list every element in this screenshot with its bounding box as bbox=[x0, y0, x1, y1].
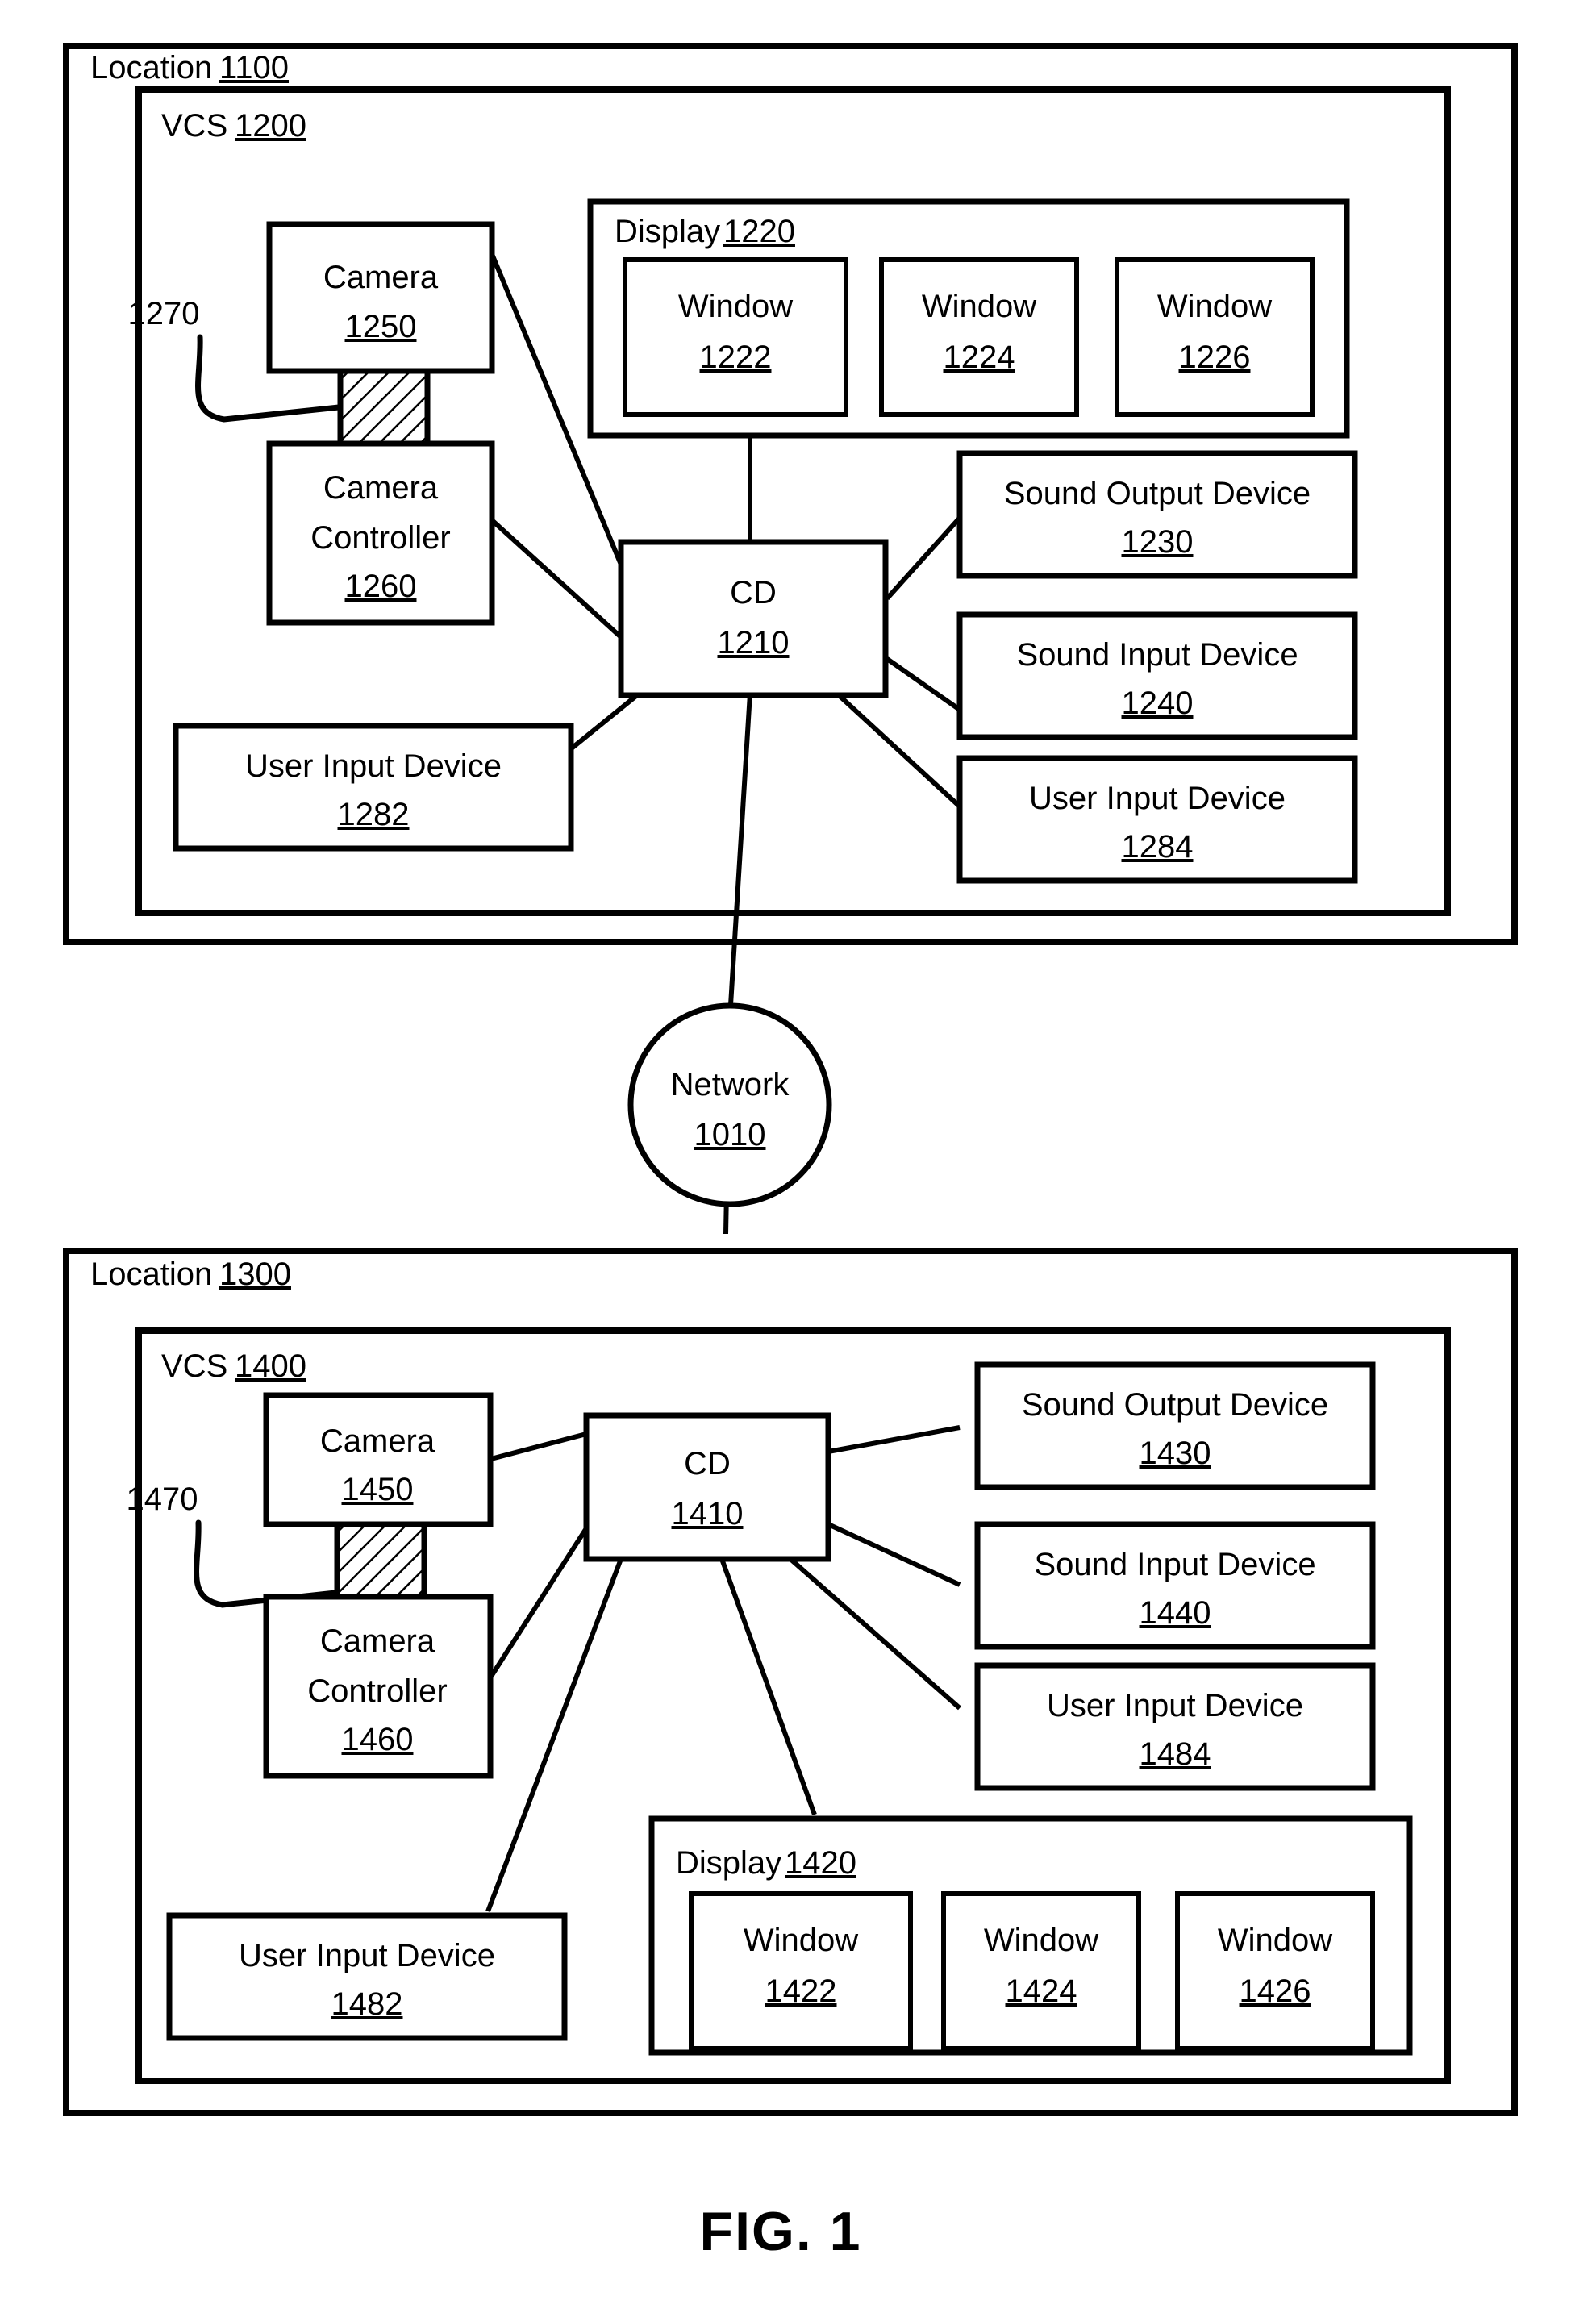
location-1100-ref: 1100 bbox=[219, 50, 289, 85]
window-1424-box bbox=[941, 1891, 1141, 2051]
camera-controller-1460-label-line2: Controller bbox=[307, 1673, 447, 1709]
display-1220-ref: 1220 bbox=[723, 214, 795, 249]
cd-1210-label: CD bbox=[730, 575, 777, 611]
camera-controller-1260-label-line2: Controller bbox=[310, 520, 450, 556]
cd-1410-ref: 1410 bbox=[672, 1496, 744, 1532]
window-1422-box bbox=[689, 1891, 913, 2051]
window-1422-label: Window bbox=[744, 1923, 858, 1958]
window-1226-label: Window bbox=[1157, 289, 1272, 324]
window-1222-label: Window bbox=[678, 289, 793, 324]
user-input-device-1482-ref: 1482 bbox=[331, 1986, 403, 2022]
user-input-device-1484-label: User Input Device bbox=[1047, 1688, 1303, 1723]
vcs-1200-ref: 1200 bbox=[235, 108, 306, 144]
window-1226-box bbox=[1115, 257, 1315, 417]
display-1420-ref: 1420 bbox=[785, 1845, 856, 1881]
sound-output-device-1230-label: Sound Output Device bbox=[1004, 476, 1311, 511]
user-input-device-1284-ref: 1284 bbox=[1122, 829, 1194, 865]
window-1224-box bbox=[879, 257, 1079, 417]
display-1220-label: Display bbox=[615, 214, 720, 249]
location-1300-label: Location bbox=[90, 1257, 212, 1292]
coupling-1470-ref: 1470 bbox=[127, 1482, 198, 1517]
network-1010-circle bbox=[627, 1002, 832, 1207]
vcs-1200-label: VCS bbox=[161, 108, 227, 144]
window-1224-label: Window bbox=[922, 289, 1036, 324]
camera-coupling-1270-block bbox=[337, 368, 431, 447]
camera-1450-ref: 1450 bbox=[342, 1472, 414, 1507]
window-1426-label: Window bbox=[1218, 1923, 1332, 1958]
user-input-device-1282-ref: 1282 bbox=[338, 797, 410, 832]
sound-input-device-1240-ref: 1240 bbox=[1122, 686, 1194, 721]
window-1424-ref: 1424 bbox=[1006, 1973, 1077, 2009]
location-1100-label: Location bbox=[90, 50, 212, 85]
sound-output-device-1430-label: Sound Output Device bbox=[1022, 1387, 1328, 1423]
cd-1210-ref: 1210 bbox=[718, 625, 790, 661]
figure-caption: FIG. 1 bbox=[700, 2201, 862, 2262]
camera-1450-label: Camera bbox=[320, 1423, 435, 1459]
camera-controller-1260-ref: 1260 bbox=[345, 569, 417, 604]
sound-output-device-1230-ref: 1230 bbox=[1122, 524, 1194, 560]
window-1222-ref: 1222 bbox=[700, 340, 772, 375]
user-input-device-1284-label: User Input Device bbox=[1029, 781, 1286, 816]
location-1300-ref: 1300 bbox=[219, 1257, 291, 1292]
cd-1210-box bbox=[618, 539, 889, 698]
camera-coupling-1470-block bbox=[334, 1521, 427, 1600]
camera-1250-label: Camera bbox=[323, 260, 439, 295]
camera-1250-box bbox=[266, 221, 495, 374]
sound-input-device-1440-ref: 1440 bbox=[1140, 1595, 1211, 1631]
camera-controller-1460-ref: 1460 bbox=[342, 1722, 414, 1757]
window-1422-ref: 1422 bbox=[765, 1973, 837, 2009]
user-input-device-1484-ref: 1484 bbox=[1140, 1736, 1211, 1772]
camera-1250-ref: 1250 bbox=[345, 309, 417, 344]
cd-1410-label: CD bbox=[684, 1446, 731, 1482]
figure-canvas: Location 1100 VCS 1200 Camera 1250 1270 … bbox=[0, 0, 1596, 2313]
network-1010-ref: 1010 bbox=[694, 1117, 766, 1152]
sound-input-device-1240-label: Sound Input Device bbox=[1016, 637, 1298, 673]
camera-controller-1260-label-line1: Camera bbox=[323, 470, 439, 506]
user-input-device-1482-label: User Input Device bbox=[239, 1938, 495, 1973]
window-1224-ref: 1224 bbox=[944, 340, 1015, 375]
sound-input-device-1440-label: Sound Input Device bbox=[1034, 1547, 1315, 1582]
network-1010-label: Network bbox=[671, 1067, 790, 1102]
vcs-1400-label: VCS bbox=[161, 1348, 227, 1384]
vcs-1400-ref: 1400 bbox=[235, 1348, 306, 1384]
window-1426-ref: 1426 bbox=[1240, 1973, 1311, 2009]
display-1420-label: Display bbox=[676, 1845, 781, 1881]
cd-1410-box bbox=[583, 1412, 831, 1562]
window-1226-ref: 1226 bbox=[1179, 340, 1251, 375]
window-1426-box bbox=[1175, 1891, 1375, 2051]
window-1424-label: Window bbox=[984, 1923, 1098, 1958]
camera-controller-1460-label-line1: Camera bbox=[320, 1623, 435, 1659]
user-input-device-1282-label: User Input Device bbox=[245, 748, 502, 784]
coupling-1270-ref: 1270 bbox=[128, 296, 200, 331]
sound-output-device-1430-ref: 1430 bbox=[1140, 1436, 1211, 1471]
window-1222-box bbox=[623, 257, 848, 417]
